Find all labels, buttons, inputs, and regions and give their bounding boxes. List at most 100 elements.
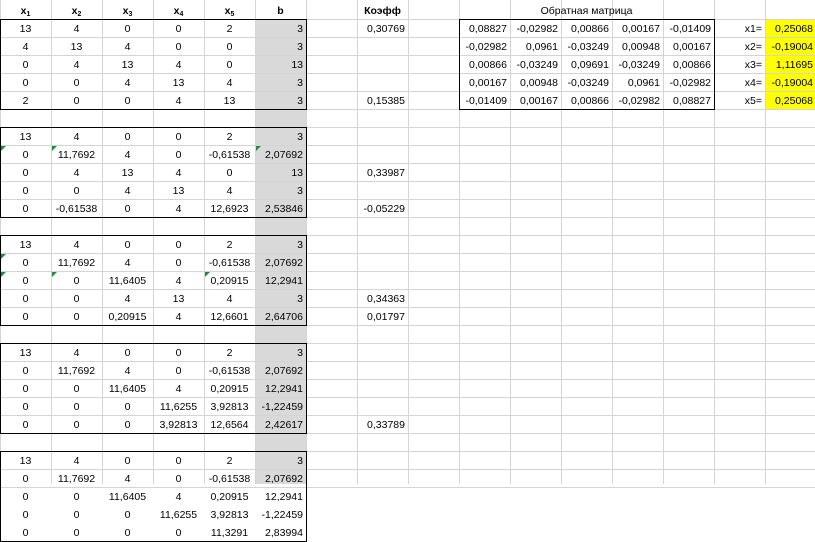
matrix-cell[interactable]: 2 <box>204 236 255 254</box>
matrix-cell[interactable]: 0 <box>153 344 204 362</box>
matrix-cell[interactable]: 0 <box>51 416 102 434</box>
b-cell[interactable]: 3 <box>255 38 306 56</box>
solution-value[interactable]: 0,25068 <box>765 20 815 38</box>
matrix-cell[interactable]: 2 <box>204 128 255 146</box>
inverse-cell[interactable]: 0,00866 <box>561 20 612 38</box>
inverse-cell[interactable]: -0,02982 <box>510 20 561 38</box>
matrix-cell[interactable]: 12,6601 <box>204 308 255 326</box>
matrix-cell[interactable]: -0,61538 <box>204 470 255 488</box>
matrix-cell[interactable]: 0 <box>0 146 51 164</box>
matrix-cell[interactable]: 0 <box>51 506 102 524</box>
matrix-cell[interactable]: -0,61538 <box>51 200 102 218</box>
matrix-cell[interactable]: 0 <box>0 416 51 434</box>
solution-value[interactable]: 0,25068 <box>765 92 815 110</box>
matrix-cell[interactable]: 0 <box>51 74 102 92</box>
matrix-cell[interactable]: 0 <box>0 164 51 182</box>
matrix-cell[interactable]: 4 <box>51 344 102 362</box>
b-cell[interactable]: 2,07692 <box>255 470 306 488</box>
matrix-cell[interactable]: 0 <box>153 470 204 488</box>
matrix-cell[interactable]: 0 <box>204 164 255 182</box>
matrix-cell[interactable]: 0 <box>51 290 102 308</box>
header-x5[interactable]: x5 <box>204 2 255 20</box>
matrix-cell[interactable]: 0 <box>153 236 204 254</box>
matrix-cell[interactable]: 0 <box>0 254 51 272</box>
matrix-cell[interactable]: 0 <box>102 92 153 110</box>
spreadsheet-grid[interactable]: x1 x2 x3 x4 x5 b Коэфф Обратная матрица … <box>0 0 815 542</box>
matrix-cell[interactable]: 0 <box>0 290 51 308</box>
matrix-cell[interactable]: 4 <box>102 254 153 272</box>
matrix-cell[interactable]: 11,3291 <box>204 524 255 542</box>
matrix-cell[interactable]: 4 <box>153 56 204 74</box>
matrix-cell[interactable]: 11,6255 <box>153 398 204 416</box>
inverse-cell[interactable]: 0,00167 <box>510 92 561 110</box>
inverse-cell[interactable]: 0,08827 <box>459 20 510 38</box>
matrix-cell[interactable]: 4 <box>204 290 255 308</box>
matrix-cell[interactable]: 0 <box>0 200 51 218</box>
matrix-cell[interactable]: 0 <box>0 308 51 326</box>
matrix-cell[interactable]: 0 <box>51 524 102 542</box>
inverse-cell[interactable]: -0,03249 <box>561 74 612 92</box>
matrix-cell[interactable]: 0 <box>102 416 153 434</box>
inverse-cell[interactable]: 0,00948 <box>612 38 663 56</box>
matrix-cell[interactable]: 0 <box>51 308 102 326</box>
matrix-cell[interactable]: 13 <box>0 452 51 470</box>
matrix-cell[interactable]: 0 <box>153 38 204 56</box>
matrix-cell[interactable]: 4 <box>153 92 204 110</box>
matrix-cell[interactable]: 3,92813 <box>153 416 204 434</box>
matrix-cell[interactable]: 0,20915 <box>204 488 255 506</box>
matrix-cell[interactable]: 11,6405 <box>102 272 153 290</box>
inverse-cell[interactable]: -0,01409 <box>459 92 510 110</box>
matrix-cell[interactable]: 4 <box>204 182 255 200</box>
matrix-cell[interactable]: 11,7692 <box>51 470 102 488</box>
matrix-cell[interactable]: 13 <box>102 56 153 74</box>
inverse-cell[interactable]: 0,00866 <box>663 56 714 74</box>
matrix-cell[interactable]: 0 <box>102 506 153 524</box>
b-cell[interactable]: 12,2941 <box>255 272 306 290</box>
matrix-cell[interactable]: 0 <box>0 506 51 524</box>
b-cell[interactable]: 13 <box>255 56 306 74</box>
matrix-cell[interactable]: 0 <box>0 272 51 290</box>
b-cell[interactable]: 3 <box>255 452 306 470</box>
matrix-cell[interactable]: 0 <box>0 380 51 398</box>
matrix-cell[interactable]: 0 <box>102 344 153 362</box>
matrix-cell[interactable]: 0,20915 <box>204 380 255 398</box>
b-cell[interactable]: 2,53846 <box>255 200 306 218</box>
matrix-cell[interactable]: 0 <box>153 146 204 164</box>
matrix-cell[interactable]: 4 <box>51 236 102 254</box>
header-x1[interactable]: x1 <box>0 2 51 20</box>
matrix-cell[interactable]: 0,20915 <box>204 272 255 290</box>
matrix-cell[interactable]: 13 <box>51 38 102 56</box>
matrix-cell[interactable]: 4 <box>153 308 204 326</box>
b-cell[interactable]: 2,07692 <box>255 146 306 164</box>
matrix-cell[interactable]: 11,7692 <box>51 146 102 164</box>
matrix-cell[interactable]: 0 <box>0 398 51 416</box>
matrix-cell[interactable]: 2 <box>204 452 255 470</box>
matrix-cell[interactable]: 0 <box>102 20 153 38</box>
matrix-cell[interactable]: 0 <box>51 380 102 398</box>
matrix-cell[interactable]: -0,61538 <box>204 146 255 164</box>
coef-cell[interactable]: 0,34363 <box>357 290 408 308</box>
inverse-cell[interactable]: -0,03249 <box>510 56 561 74</box>
matrix-cell[interactable]: 0 <box>102 398 153 416</box>
matrix-cell[interactable]: 13 <box>102 164 153 182</box>
matrix-cell[interactable]: 2 <box>204 344 255 362</box>
b-cell[interactable]: 3 <box>255 92 306 110</box>
b-cell[interactable]: 3 <box>255 290 306 308</box>
matrix-cell[interactable]: 12,6923 <box>204 200 255 218</box>
b-cell[interactable]: 2,42617 <box>255 416 306 434</box>
matrix-cell[interactable]: 11,6255 <box>153 506 204 524</box>
matrix-cell[interactable]: 12,6564 <box>204 416 255 434</box>
matrix-cell[interactable]: 11,6405 <box>102 380 153 398</box>
b-cell[interactable]: 2,83994 <box>255 524 306 542</box>
b-cell[interactable]: 2,64706 <box>255 308 306 326</box>
b-cell[interactable]: 3 <box>255 344 306 362</box>
solution-value[interactable]: 1,11695 <box>765 56 815 74</box>
matrix-cell[interactable]: 4 <box>102 38 153 56</box>
matrix-cell[interactable]: 0 <box>153 254 204 272</box>
matrix-cell[interactable]: 4 <box>153 164 204 182</box>
inverse-cell[interactable]: 0,00866 <box>459 56 510 74</box>
matrix-cell[interactable]: 4 <box>51 56 102 74</box>
matrix-cell[interactable]: 13 <box>153 290 204 308</box>
matrix-cell[interactable]: 0 <box>51 272 102 290</box>
matrix-cell[interactable]: 13 <box>204 92 255 110</box>
